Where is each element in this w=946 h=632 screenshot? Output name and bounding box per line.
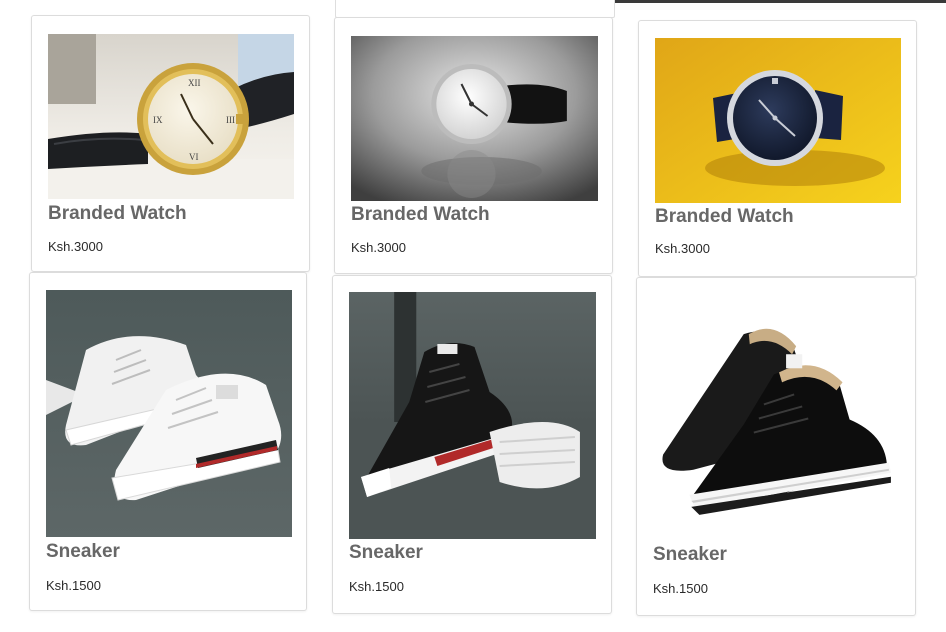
product-image[interactable] xyxy=(653,294,901,542)
product-card[interactable]: Branded Watch Ksh.3000 xyxy=(638,20,917,277)
top-divider xyxy=(614,0,946,3)
product-price: Ksh.1500 xyxy=(653,581,708,596)
watch-icon: XII III VI IX xyxy=(48,34,294,199)
product-price: Ksh.1500 xyxy=(46,578,101,593)
svg-text:IX: IX xyxy=(153,115,163,125)
product-price: Ksh.3000 xyxy=(655,241,710,256)
svg-text:III: III xyxy=(226,115,235,125)
product-price: Ksh.3000 xyxy=(351,240,406,255)
watch-icon xyxy=(351,36,598,201)
svg-text:VI: VI xyxy=(189,152,199,162)
product-card[interactable]: Branded Watch Ksh.3000 xyxy=(334,17,613,274)
sneaker-icon xyxy=(349,292,596,539)
product-card[interactable]: Sneaker Ksh.1500 xyxy=(332,275,612,614)
product-image[interactable] xyxy=(46,290,292,537)
product-card[interactable]: Sneaker Ksh.1500 xyxy=(636,277,916,616)
product-name[interactable]: Sneaker xyxy=(349,542,423,564)
product-grid-page: XII III VI IX Branded Watch Ksh.3000 Bra… xyxy=(0,0,946,632)
product-image[interactable] xyxy=(351,36,598,201)
product-image[interactable]: XII III VI IX xyxy=(48,34,294,199)
product-image[interactable] xyxy=(655,38,901,203)
product-name[interactable]: Branded Watch xyxy=(351,204,490,226)
sneaker-icon xyxy=(653,294,901,542)
svg-text:XII: XII xyxy=(188,78,201,88)
previous-row-card-edge xyxy=(335,0,615,18)
product-name[interactable]: Branded Watch xyxy=(48,203,187,225)
sneaker-icon xyxy=(46,290,292,537)
product-price: Ksh.3000 xyxy=(48,239,103,254)
product-card[interactable]: XII III VI IX Branded Watch Ksh.3000 xyxy=(31,15,310,272)
watch-icon xyxy=(655,38,901,203)
product-name[interactable]: Sneaker xyxy=(653,544,727,566)
product-card[interactable]: Sneaker Ksh.1500 xyxy=(29,272,307,611)
product-image[interactable] xyxy=(349,292,596,539)
product-name[interactable]: Sneaker xyxy=(46,541,120,563)
product-name[interactable]: Branded Watch xyxy=(655,206,794,228)
product-price: Ksh.1500 xyxy=(349,579,404,594)
